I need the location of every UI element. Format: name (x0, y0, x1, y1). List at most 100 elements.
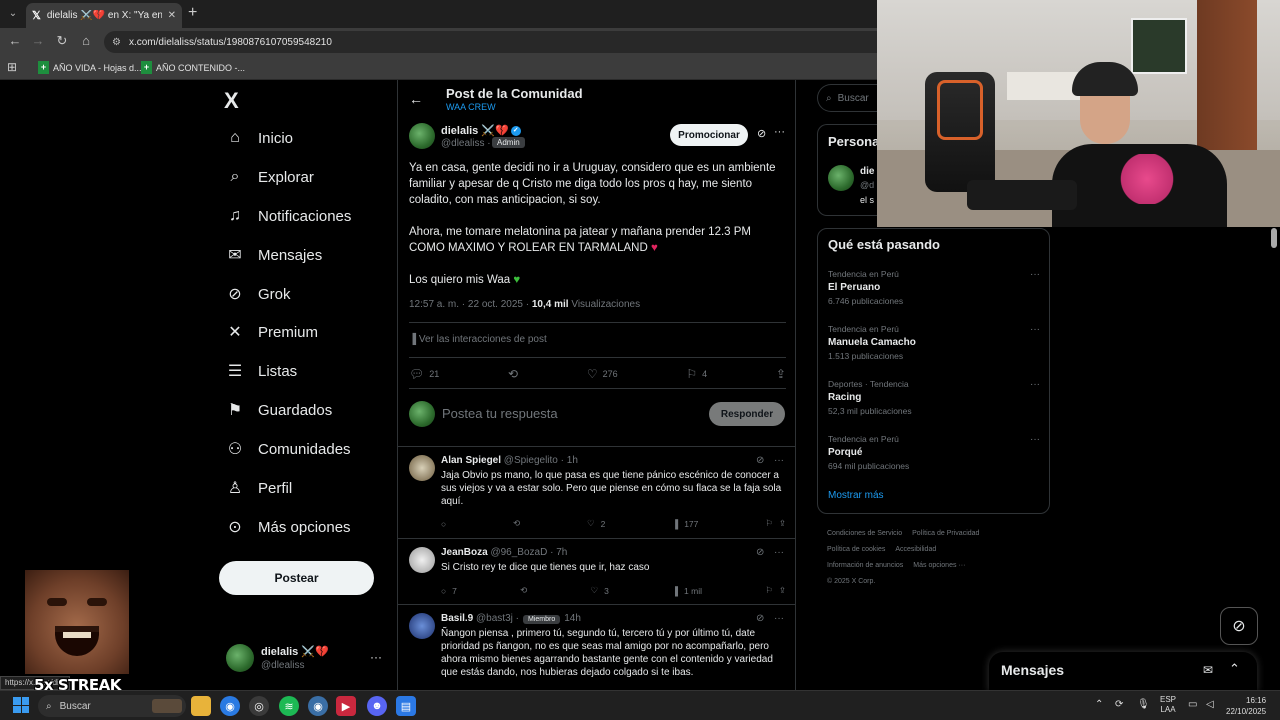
more-icon[interactable]: ··· (1030, 324, 1040, 335)
new-message-icon[interactable]: ✉ (1203, 663, 1213, 677)
reply-input[interactable]: Postea tu respuesta (442, 406, 558, 421)
close-tab-icon[interactable]: ✕ (168, 10, 176, 21)
grok-icon[interactable]: ⊘ (757, 127, 766, 140)
file-explorer-icon[interactable] (191, 696, 211, 716)
more-icon[interactable]: ··· (1030, 379, 1040, 390)
trend-item[interactable]: Tendencia en Perú Porqué 694 mil publica… (828, 434, 1040, 471)
post-time[interactable]: 12:57 a. m. · 22 oct. 2025 · (409, 299, 529, 310)
grok-floating-button[interactable]: ⊘ (1220, 607, 1258, 645)
reply-item[interactable]: JeanBoza @96_BozaD · 7h ⊘ ··· Si Cristo … (398, 547, 795, 602)
new-tab-button[interactable]: + (188, 4, 197, 22)
streaming-app-icon[interactable]: ▶ (336, 696, 356, 716)
views-button[interactable]: ▐ 1 mil (672, 585, 702, 596)
more-icon[interactable]: ··· (774, 126, 785, 138)
tray-chevron-icon[interactable]: ⌃ (1095, 699, 1103, 710)
bookmark-button[interactable]: ⚐ 4 (686, 367, 707, 381)
post-interactions-link[interactable]: ▐ Ver las interacciones de post (409, 334, 547, 345)
promote-button[interactable]: Promocionar (670, 124, 748, 146)
bookmark-item[interactable]: + AÑO CONTENIDO -... (141, 61, 245, 74)
trend-item[interactable]: Tendencia en Perú Manuela Camacho 1.513 … (828, 324, 1040, 361)
search-input[interactable]: ⌕ Buscar (817, 84, 877, 112)
repost-button[interactable]: ⟲ (508, 367, 518, 381)
account-switcher[interactable]: dielalis ⚔️💔 @dlealiss ··· (226, 644, 386, 674)
views-button[interactable]: ▐ 177 (672, 518, 698, 529)
avatar[interactable] (828, 165, 854, 191)
repost-button[interactable]: ⟲ (520, 585, 527, 596)
notes-app-icon[interactable]: ▤ (396, 696, 416, 716)
back-button[interactable]: ← (6, 33, 24, 48)
footer-link[interactable]: Accesibilidad (895, 546, 936, 553)
nav-item-listas[interactable]: ☰ Listas (226, 357, 297, 385)
reply-button[interactable]: ○ 7 (441, 585, 457, 596)
browser-tab[interactable]: 𝕏 dielalis ⚔️💔 en X: "Ya en casa, ✕ (26, 3, 182, 28)
footer-link[interactable]: Política de Privacidad (912, 530, 979, 537)
avatar[interactable] (409, 123, 435, 149)
network-icon[interactable]: ▭ (1188, 699, 1197, 710)
windows-start-icon[interactable] (13, 697, 29, 713)
avatar[interactable] (409, 613, 435, 639)
site-info-icon[interactable]: ⚙ (112, 37, 121, 48)
expand-icon[interactable]: ⌃ (1229, 661, 1240, 677)
spotify-icon[interactable]: ≋ (279, 696, 299, 716)
reply-author[interactable]: JeanBoza (441, 547, 488, 558)
bookmark-share[interactable]: ⚐ ⇪ (765, 585, 786, 596)
system-clock[interactable]: 16:16 22/10/2025 (1226, 695, 1266, 717)
browser-app-icon[interactable]: ◉ (308, 696, 328, 716)
community-link[interactable]: WAA CREW (446, 102, 496, 112)
x-logo[interactable]: X (224, 88, 239, 114)
post-button[interactable]: Postear (219, 561, 374, 595)
taskbar-search[interactable]: ⌕ Buscar (38, 695, 186, 717)
scrollbar[interactable] (1271, 228, 1277, 248)
nav-item-grok[interactable]: ⊘ Grok (226, 280, 290, 308)
forward-button[interactable]: → (29, 33, 47, 48)
footer-link[interactable]: Condiciones de Servicio (827, 530, 902, 537)
chrome-icon[interactable]: ◉ (220, 696, 240, 716)
microphone-icon[interactable]: 🎙︎ (1137, 699, 1150, 710)
address-bar[interactable]: ⚙ x.com/dielaliss/status/198087610705954… (104, 31, 924, 53)
back-arrow-icon[interactable]: ← (409, 91, 423, 107)
trend-item[interactable]: Tendencia en Perú El Peruano 6.746 publi… (828, 269, 1040, 306)
bookmark-item[interactable]: + AÑO VIDA - Hojas d... (38, 61, 142, 74)
tray-sync-icon[interactable]: ⟳ (1115, 699, 1123, 710)
grok-icon[interactable]: ⊘ (756, 455, 764, 466)
reply-button[interactable]: ○ (441, 518, 446, 529)
more-icon[interactable]: ··· (1030, 434, 1040, 445)
volume-icon[interactable]: ◁ (1206, 699, 1214, 710)
nav-item-mas-opciones[interactable]: ⊙ Más opciones (226, 513, 350, 541)
nav-item-comunidades[interactable]: ⚇ Comunidades (226, 435, 351, 463)
like-button[interactable]: ♡ 3 (590, 585, 608, 596)
like-button[interactable]: ♡ 276 (587, 367, 618, 381)
footer-link[interactable]: Política de cookies (827, 546, 885, 553)
reply-time[interactable]: 14h (564, 613, 581, 624)
reply-handle[interactable]: @Spiegelito · 1h (504, 455, 578, 466)
more-icon[interactable]: ··· (1030, 269, 1040, 280)
reply-handle[interactable]: @bast3j · (476, 613, 519, 624)
reply-author[interactable]: Alan Spiegel (441, 455, 501, 466)
more-icon[interactable]: ··· (370, 650, 382, 664)
more-icon[interactable]: ··· (774, 455, 784, 466)
grok-icon[interactable]: ⊘ (756, 613, 764, 624)
reply-handle[interactable]: @96_BozaD · 7h (490, 547, 567, 558)
more-icon[interactable]: ··· (774, 613, 784, 624)
nav-item-notificaciones[interactable]: ♫ Notificaciones (226, 202, 351, 230)
more-icon[interactable]: ··· (774, 547, 784, 558)
repost-button[interactable]: ⟲ (513, 518, 520, 529)
messages-drawer[interactable]: Mensajes ✉ ⌃ (989, 652, 1257, 692)
grok-icon[interactable]: ⊘ (756, 547, 764, 558)
nav-item-guardados[interactable]: ⚑ Guardados (226, 396, 332, 424)
reply-submit-button[interactable]: Responder (709, 402, 785, 426)
post-handle[interactable]: @dlealiss · (441, 138, 491, 149)
bookmark-share[interactable]: ⚐ ⇪ (765, 518, 786, 529)
home-button[interactable]: ⌂ (77, 33, 95, 48)
share-button[interactable]: ⇪ (776, 367, 786, 381)
show-more-link[interactable]: Mostrar más (828, 490, 884, 501)
nav-item-mensajes[interactable]: ✉ Mensajes (226, 241, 322, 269)
nav-item-premium[interactable]: ✕ Premium (226, 318, 318, 346)
post-author[interactable]: dielalis ⚔️💔 ✓ (441, 124, 521, 137)
obs-icon[interactable]: ◎ (249, 696, 269, 716)
avatar[interactable] (409, 547, 435, 573)
nav-item-explorar[interactable]: ⌕ Explorar (226, 163, 314, 191)
nav-item-perfil[interactable]: ♙ Perfil (226, 474, 292, 502)
apps-grid-icon[interactable]: ⊞ (7, 60, 17, 74)
reply-author[interactable]: Basil.9 (441, 613, 473, 624)
